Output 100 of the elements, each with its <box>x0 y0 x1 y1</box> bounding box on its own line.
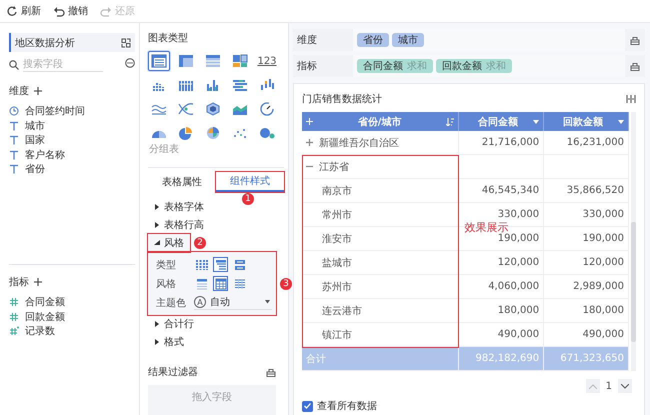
checkbox[interactable] <box>302 400 313 412</box>
line-chart-icon <box>151 102 167 116</box>
table-cell: 330,000 <box>544 202 628 226</box>
table-cell: 190,000 <box>544 226 628 250</box>
style-option[interactable] <box>213 257 228 272</box>
table-layout-icon <box>196 278 208 290</box>
style-option[interactable] <box>232 276 247 291</box>
bubble-chart-icon <box>259 126 275 140</box>
table-cell: 21,716,000 <box>458 131 544 154</box>
undo-button[interactable]: 撤销 <box>53 4 88 18</box>
table-cell: 江苏省 <box>302 154 459 178</box>
table-cell: 镇江市 <box>302 322 459 346</box>
option-label: 主题色 <box>156 296 187 310</box>
column-header[interactable]: 省份/城市 <box>302 112 459 131</box>
caret-down-icon[interactable] <box>533 120 540 124</box>
table-cell: 南京市 <box>302 178 459 202</box>
text-type-icon <box>9 150 19 160</box>
style-option[interactable] <box>194 257 209 272</box>
column-header[interactable]: 回款金额 <box>544 112 628 131</box>
more-icon[interactable] <box>125 58 135 68</box>
column-header[interactable]: 合同金额 <box>458 112 544 131</box>
section-title: 维度 <box>9 84 29 98</box>
collapsible-section[interactable]: 表格行高 <box>148 216 210 234</box>
field-item[interactable]: 客户名称 <box>9 148 135 162</box>
table-cell: 120,000 <box>458 250 544 274</box>
option-label: 风格 <box>156 278 177 290</box>
row-label: 维度 <box>296 34 318 47</box>
field-item[interactable]: 国家 <box>9 133 135 148</box>
add-icon[interactable] <box>33 86 43 96</box>
total-cell: 982,182,690 <box>458 346 544 370</box>
style-option[interactable] <box>194 276 209 291</box>
drop-area[interactable]: 省份 城市 <box>353 29 625 51</box>
page-number: 1 <box>606 380 612 392</box>
drop-area[interactable]: 合同金额 求和 回款金额 求和 <box>353 55 625 77</box>
caret-down-icon <box>265 300 270 304</box>
scrollbar[interactable] <box>631 112 636 371</box>
caret-right-icon <box>154 204 160 210</box>
search-icon <box>9 60 19 70</box>
annotation-box <box>215 171 285 193</box>
field-name: 城市 <box>398 34 418 47</box>
field-name: 省份 <box>363 34 383 47</box>
caret-right-icon <box>154 222 160 228</box>
refresh-icon <box>6 5 18 17</box>
hash-icon <box>9 326 19 336</box>
chevron-up-icon <box>588 384 597 388</box>
tooltip-label: 分组表 <box>149 142 179 156</box>
style-option[interactable] <box>232 257 247 272</box>
auto-badge: A <box>194 296 206 308</box>
add-icon[interactable] <box>33 277 43 287</box>
redo-icon <box>100 5 112 17</box>
sort-icon[interactable] <box>446 118 454 126</box>
collapsible-section[interactable]: 合计行 <box>148 315 200 333</box>
expand-icon[interactable] <box>306 139 313 146</box>
field-item[interactable]: 合同签约时间 <box>9 104 135 118</box>
hexagon-icon <box>205 102 221 116</box>
theme-dropdown[interactable]: A 自动 <box>194 295 272 310</box>
table-icon <box>178 54 194 68</box>
table-cell: 连云港市 <box>302 298 459 322</box>
chart-type-option[interactable] <box>148 51 170 71</box>
field-item[interactable]: 城市 <box>9 118 135 133</box>
refresh-button[interactable]: 刷新 <box>6 4 41 18</box>
table-cell: 180,000 <box>458 298 544 322</box>
bar-chart-icon <box>178 78 194 92</box>
chart-type-option[interactable]: 123 <box>256 51 278 71</box>
field-item[interactable]: 省份 <box>9 162 135 176</box>
table-icon <box>205 54 221 68</box>
table-title: 门店销售数据统计 <box>302 92 382 106</box>
check-icon <box>304 403 311 409</box>
field-chip[interactable]: 合同金额 求和 <box>357 59 433 73</box>
aggregation-label: 求和 <box>407 60 427 73</box>
block-chart-icon <box>232 54 248 68</box>
next-page-button[interactable] <box>618 379 632 393</box>
switch-icon <box>121 38 131 48</box>
style-option[interactable] <box>213 276 228 291</box>
collapsible-section[interactable]: 风格 <box>148 234 190 252</box>
field-item[interactable]: 记录数 <box>9 324 135 338</box>
caret-down-icon[interactable] <box>618 120 624 124</box>
field-name: 合同金额 <box>363 60 403 73</box>
collapsible-section[interactable]: 格式 <box>148 333 190 351</box>
tab[interactable]: 表格属性 <box>148 172 216 192</box>
table-cell: 新疆维吾尔自治区 <box>302 131 459 154</box>
table-cell: 35,866,520 <box>544 178 628 202</box>
search-field[interactable]: 搜索字段 <box>23 58 103 72</box>
area-chart-icon <box>232 102 248 116</box>
collapse-icon[interactable] <box>306 163 313 170</box>
field-item[interactable]: 回款金额 <box>9 310 135 324</box>
collapsible-section[interactable]: 表格字体 <box>148 198 210 216</box>
field-item[interactable]: 合同金额 <box>9 295 135 310</box>
tab[interactable]: 组件样式 <box>216 172 284 192</box>
table-layout-icon <box>214 278 226 290</box>
field-chip[interactable]: 省份 <box>357 33 389 47</box>
table-cell: 苏州市 <box>302 274 459 298</box>
expand-all-icon[interactable] <box>306 118 313 125</box>
table-layout-icon <box>234 278 246 290</box>
field-chip[interactable]: 回款金额 求和 <box>436 59 512 73</box>
field-chip[interactable]: 城市 <box>392 33 424 47</box>
total-label: 合计 <box>302 346 459 370</box>
table-cell: 2,989,000 <box>544 274 628 298</box>
column-width-icon[interactable] <box>626 95 636 103</box>
dataset-selector[interactable]: 地区数据分析 <box>9 33 135 52</box>
